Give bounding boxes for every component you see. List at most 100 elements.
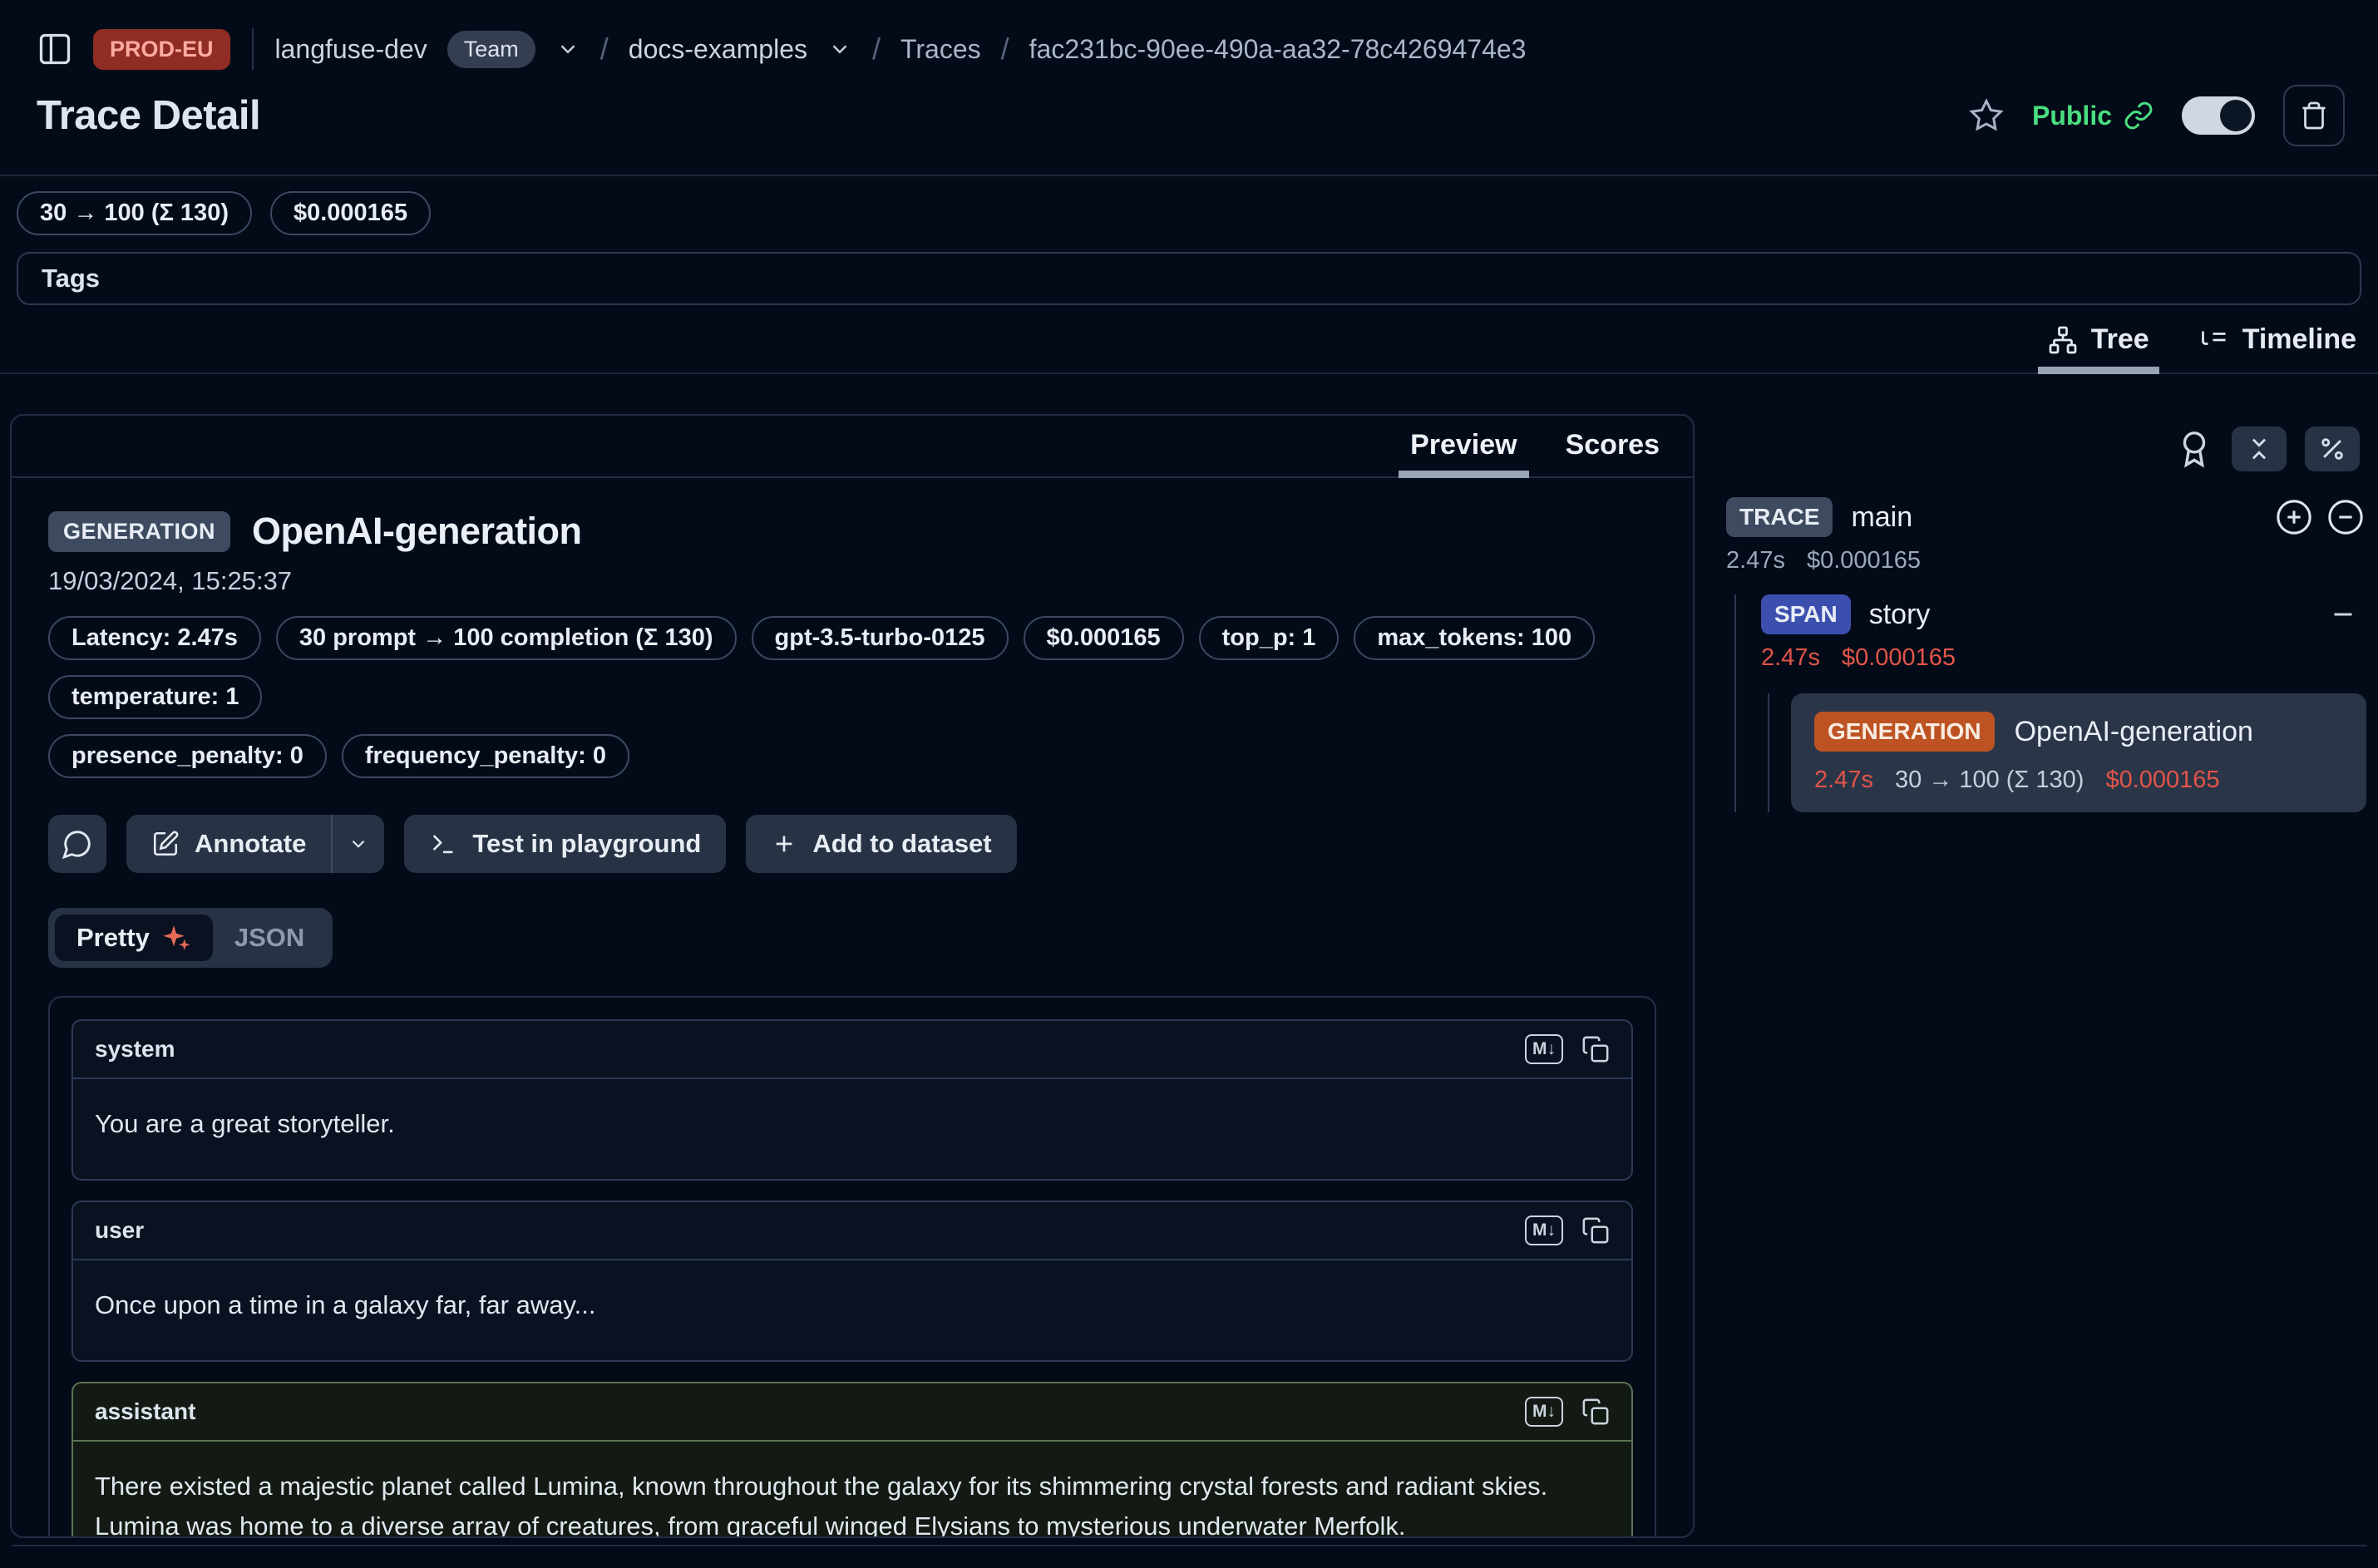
- sidebar-toggle-icon[interactable]: [37, 31, 73, 67]
- message-role: user: [95, 1217, 144, 1244]
- link-icon: [2124, 101, 2154, 131]
- model-pill[interactable]: gpt-3.5-turbo-0125: [752, 616, 1009, 660]
- frequency-penalty-pill: frequency_penalty: 0: [342, 734, 629, 778]
- delete-trace-button[interactable]: [2283, 85, 2345, 146]
- tree-node-generation-selected[interactable]: GENERATION OpenAI-generation 2.47s 30 → …: [1791, 693, 2366, 812]
- message-role: system: [95, 1036, 175, 1063]
- topbar-divider: [252, 28, 254, 70]
- action-bar: Annotate Test in playground Add to datas…: [48, 815, 1656, 873]
- span-cost: $0.000165: [1842, 644, 1956, 672]
- message-content: You are a great storyteller.: [73, 1079, 1631, 1179]
- annotate-button[interactable]: Annotate: [126, 815, 331, 873]
- markdown-toggle-icon[interactable]: M↓: [1525, 1215, 1563, 1245]
- chevron-down-icon[interactable]: [555, 37, 580, 62]
- trace-latency: 2.47s: [1726, 547, 1785, 574]
- observation-pills-row1: Latency: 2.47s 30 prompt → 100 completio…: [48, 616, 1656, 719]
- award-icon[interactable]: [2175, 430, 2213, 468]
- bookmark-star-icon[interactable]: [1969, 98, 2004, 133]
- span-children: GENERATION OpenAI-generation 2.47s 30 → …: [1768, 693, 2366, 812]
- trace-children: SPAN story 2.47s $0.000165 GENERATION Op…: [1734, 594, 2366, 812]
- presence-penalty-pill: presence_penalty: 0: [48, 734, 327, 778]
- comment-button[interactable]: [48, 815, 106, 873]
- token-usage-pill: 30 → 100 (Σ 130): [17, 191, 252, 235]
- terminal-icon: [429, 830, 457, 858]
- generation-tokens: 30 → 100 (Σ 130): [1895, 767, 2084, 794]
- token-pill: 30 prompt → 100 completion (Σ 130): [276, 616, 737, 660]
- tree-icon: [2048, 325, 2078, 355]
- chevrons-collapse-icon: [2245, 435, 2273, 463]
- message-content: Once upon a time in a galaxy far, far aw…: [73, 1260, 1631, 1360]
- annotate-dropdown-button[interactable]: [333, 815, 384, 873]
- markdown-toggle-icon[interactable]: M↓: [1525, 1397, 1563, 1427]
- span-metrics: 2.47s $0.000165: [1761, 644, 2366, 672]
- title-actions: Public: [1969, 85, 2345, 146]
- top-p-pill: top_p: 1: [1199, 616, 1339, 660]
- tab-tree-label: Tree: [2091, 323, 2149, 356]
- panel-tabs: Preview Scores: [12, 416, 1693, 478]
- messages-container: system M↓ You are a great storyteller.: [48, 996, 1656, 1538]
- copy-icon[interactable]: [1581, 1035, 1610, 1063]
- tab-timeline-label: Timeline: [2242, 323, 2356, 356]
- assistant-paragraph: There existed a majestic planet called L…: [95, 1467, 1610, 1538]
- trace-name: main: [1851, 501, 1912, 534]
- span-type-badge: SPAN: [1761, 594, 1851, 634]
- observation-header: GENERATION OpenAI-generation: [48, 510, 1656, 553]
- format-json-segment[interactable]: JSON: [213, 915, 326, 961]
- generation-row: GENERATION OpenAI-generation: [1814, 712, 2343, 752]
- trace-detail-page: { "topbar": { "env_badge": "PROD-EU", "o…: [0, 0, 2378, 1568]
- annotate-split-button: Annotate: [126, 815, 384, 873]
- tree-node-trace[interactable]: TRACE main: [1726, 497, 2366, 537]
- tab-timeline[interactable]: Timeline: [2199, 323, 2356, 372]
- public-toggle[interactable]: [2182, 96, 2255, 135]
- minus-circle-icon[interactable]: [2326, 498, 2365, 536]
- markdown-toggle-icon[interactable]: M↓: [1525, 1034, 1563, 1064]
- tab-preview[interactable]: Preview: [1410, 429, 1517, 476]
- format-pretty-segment[interactable]: Pretty: [55, 915, 213, 961]
- metrics-toggle-button[interactable]: [2305, 427, 2360, 471]
- message-header: assistant M↓: [73, 1383, 1631, 1440]
- view-tabs: Tree Timeline: [0, 323, 2378, 374]
- tree-expand-controls: [2275, 498, 2366, 536]
- comment-icon: [62, 828, 93, 860]
- breadcrumb-separator: /: [872, 32, 881, 67]
- topbar: PROD-EU langfuse-dev Team / docs-example…: [0, 0, 2378, 73]
- public-share-link[interactable]: Public: [2032, 101, 2154, 131]
- public-label: Public: [2032, 101, 2112, 131]
- timeline-icon: [2199, 325, 2229, 355]
- tree-node-span[interactable]: SPAN story: [1761, 594, 2366, 634]
- pretty-label: Pretty: [76, 923, 150, 953]
- add-to-dataset-button[interactable]: Add to dataset: [746, 815, 1016, 873]
- observation-panel: Preview Scores GENERATION OpenAI-generat…: [10, 414, 1695, 1538]
- tags-section[interactable]: Tags: [17, 252, 2361, 305]
- generation-cost: $0.000165: [2105, 767, 2219, 794]
- trace-metrics: 2.47s $0.000165: [1726, 547, 2366, 574]
- max-tokens-pill: max_tokens: 100: [1354, 616, 1595, 660]
- generation-latency: 2.47s: [1814, 767, 1873, 794]
- copy-icon[interactable]: [1581, 1216, 1610, 1245]
- title-row: Trace Detail Public: [0, 73, 2378, 146]
- message-tools: M↓: [1525, 1215, 1610, 1245]
- copy-icon[interactable]: [1581, 1398, 1610, 1426]
- collapse-node-icon[interactable]: [2328, 599, 2366, 629]
- content: Preview Scores GENERATION OpenAI-generat…: [0, 414, 2378, 1538]
- chevron-down-icon[interactable]: [827, 37, 852, 62]
- collapse-all-button[interactable]: [2232, 427, 2287, 471]
- plus-icon: [771, 831, 797, 857]
- playground-label: Test in playground: [472, 829, 701, 859]
- breadcrumb-org[interactable]: langfuse-dev: [275, 34, 427, 65]
- format-toggle: Pretty JSON: [48, 908, 333, 968]
- pen-square-icon: [151, 830, 180, 858]
- breadcrumb-trace-id: fac231bc-90ee-490a-aa32-78c4269474e3: [1029, 34, 1527, 65]
- org-plan-badge: Team: [447, 31, 535, 68]
- breadcrumb-traces[interactable]: Traces: [900, 34, 981, 65]
- plus-circle-icon[interactable]: [2275, 498, 2313, 536]
- tab-scores[interactable]: Scores: [1566, 429, 1660, 476]
- tab-tree[interactable]: Tree: [2048, 323, 2149, 372]
- environment-badge[interactable]: PROD-EU: [93, 29, 230, 70]
- message-role: assistant: [95, 1398, 195, 1425]
- temperature-pill: temperature: 1: [48, 675, 262, 719]
- bottom-divider: [12, 1545, 2366, 1546]
- test-in-playground-button[interactable]: Test in playground: [404, 815, 726, 873]
- message-content: There existed a majestic planet called L…: [73, 1442, 1631, 1538]
- breadcrumb-project[interactable]: docs-examples: [629, 34, 807, 65]
